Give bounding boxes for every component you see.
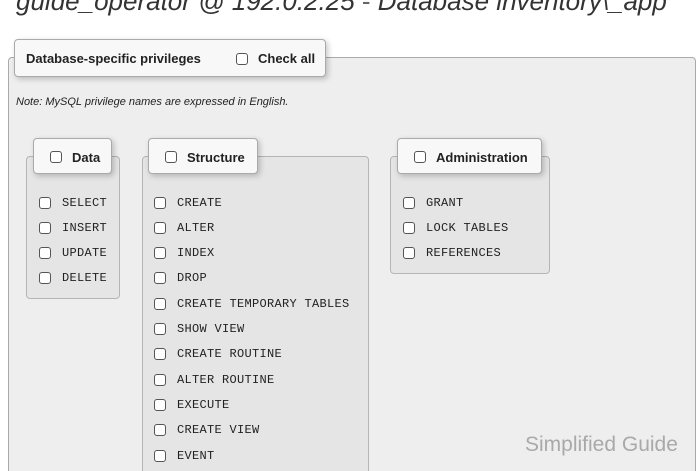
grant-checkbox[interactable] <box>403 197 415 209</box>
insert-checkbox[interactable] <box>39 222 51 234</box>
privilege-index[interactable]: INDEX <box>154 246 215 260</box>
privilege-label: ALTER ROUTINE <box>177 373 275 387</box>
privilege-label: GRANT <box>426 196 464 210</box>
privilege-select[interactable]: SELECT <box>39 196 107 210</box>
check-all-label[interactable]: Check all <box>258 51 315 66</box>
alter-routine-checkbox[interactable] <box>154 374 166 386</box>
create-view-checkbox[interactable] <box>154 424 166 436</box>
administration-legend-label[interactable]: Administration <box>436 150 528 165</box>
privilege-label: DROP <box>177 271 208 285</box>
title-user: guide_operator @ 192.0.2.25 <box>16 0 355 16</box>
administration-check-all-checkbox[interactable] <box>414 151 426 163</box>
privilege-create-routine[interactable]: CREATE ROUTINE <box>154 347 282 361</box>
privilege-show-view[interactable]: SHOW VIEW <box>154 322 245 336</box>
privileges-legend-label: Database-specific privileges <box>26 51 201 66</box>
title-separator: - <box>354 0 378 16</box>
privilege-create-view[interactable]: CREATE VIEW <box>154 423 260 437</box>
page-title: guide_operator @ 192.0.2.25 - Database i… <box>16 0 700 20</box>
privilege-delete[interactable]: DELETE <box>39 271 107 285</box>
privilege-label: EXECUTE <box>177 398 230 412</box>
privilege-label: SELECT <box>62 196 108 210</box>
lock-tables-checkbox[interactable] <box>403 222 415 234</box>
privilege-references[interactable]: REFERENCES <box>403 246 501 260</box>
title-database: Database inventory\_app <box>377 0 667 16</box>
privilege-label: LOCK TABLES <box>426 221 509 235</box>
structure-legend: Structure <box>148 138 258 174</box>
event-checkbox[interactable] <box>154 450 166 462</box>
privilege-lock-tables[interactable]: LOCK TABLES <box>403 221 509 235</box>
data-legend-label[interactable]: Data <box>72 150 100 165</box>
drop-checkbox[interactable] <box>154 272 166 284</box>
privilege-label: INDEX <box>177 246 215 260</box>
alter-checkbox[interactable] <box>154 222 166 234</box>
privilege-label: REFERENCES <box>426 246 502 260</box>
references-checkbox[interactable] <box>403 247 415 259</box>
delete-checkbox[interactable] <box>39 272 51 284</box>
privilege-label: CREATE <box>177 196 223 210</box>
create-routine-checkbox[interactable] <box>154 348 166 360</box>
privilege-label: CREATE TEMPORARY TABLES <box>177 297 350 311</box>
privilege-label: DELETE <box>62 271 108 285</box>
privilege-label: UPDATE <box>62 246 108 260</box>
privilege-update[interactable]: UPDATE <box>39 246 107 260</box>
privilege-event[interactable]: EVENT <box>154 449 215 463</box>
privilege-grant[interactable]: GRANT <box>403 196 464 210</box>
data-legend: Data <box>33 138 112 174</box>
privileges-legend: Database-specific privileges Check all <box>14 39 326 77</box>
privilege-alter-routine[interactable]: ALTER ROUTINE <box>154 373 275 387</box>
privilege-label: SHOW VIEW <box>177 322 245 336</box>
privilege-execute[interactable]: EXECUTE <box>154 398 230 412</box>
privilege-insert[interactable]: INSERT <box>39 221 107 235</box>
create-temporary-tables-checkbox[interactable] <box>154 298 166 310</box>
privilege-label: CREATE ROUTINE <box>177 347 283 361</box>
privilege-drop[interactable]: DROP <box>154 271 207 285</box>
privilege-label: EVENT <box>177 449 215 463</box>
execute-checkbox[interactable] <box>154 399 166 411</box>
watermark: Simplified Guide <box>525 433 678 456</box>
privilege-alter[interactable]: ALTER <box>154 221 215 235</box>
administration-legend: Administration <box>397 138 542 174</box>
update-checkbox[interactable] <box>39 247 51 259</box>
create-checkbox[interactable] <box>154 197 166 209</box>
index-checkbox[interactable] <box>154 247 166 259</box>
privilege-label: ALTER <box>177 221 215 235</box>
privilege-label: INSERT <box>62 221 108 235</box>
select-checkbox[interactable] <box>39 197 51 209</box>
data-check-all-checkbox[interactable] <box>50 151 62 163</box>
privilege-create[interactable]: CREATE <box>154 196 222 210</box>
privilege-label: CREATE VIEW <box>177 423 260 437</box>
structure-legend-label[interactable]: Structure <box>187 150 245 165</box>
check-all-checkbox[interactable] <box>236 53 248 65</box>
structure-check-all-checkbox[interactable] <box>165 151 177 163</box>
show-view-checkbox[interactable] <box>154 323 166 335</box>
privilege-note: Note: MySQL privilege names are expresse… <box>16 96 289 108</box>
privilege-create-temporary-tables[interactable]: CREATE TEMPORARY TABLES <box>154 297 350 311</box>
